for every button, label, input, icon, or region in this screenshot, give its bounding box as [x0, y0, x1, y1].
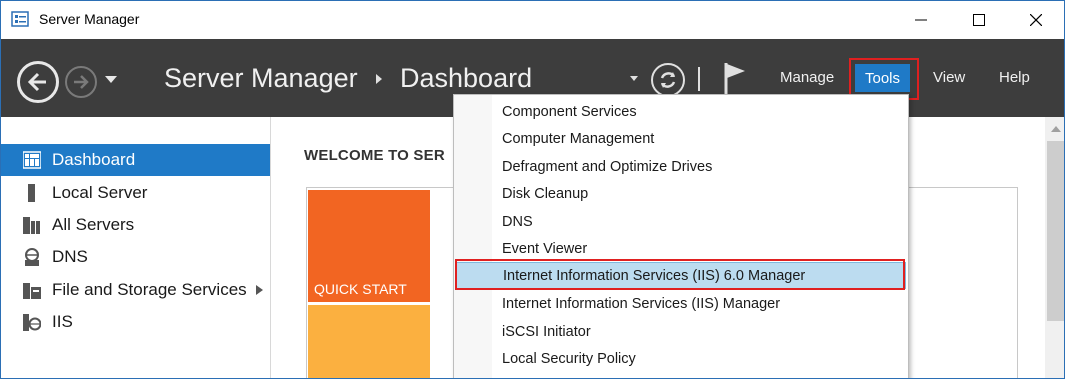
menu-item-label: Local Security Policy [502, 350, 636, 367]
maximize-icon [973, 14, 985, 26]
view-menu[interactable]: View [933, 69, 965, 86]
sidebar-item-label: Local Server [52, 183, 148, 202]
sidebar-item-label: DNS [52, 247, 88, 266]
dns-icon [25, 248, 39, 266]
sidebar-item-label: All Servers [52, 215, 135, 234]
menu-item-label: Internet Information Services (IIS) Mana… [502, 295, 781, 312]
scroll-up-icon[interactable] [1051, 126, 1061, 132]
menu-item-iis-manager[interactable]: Internet Information Services (IIS) Mana… [456, 290, 906, 317]
refresh-button[interactable] [651, 63, 685, 97]
history-dropdown-icon[interactable] [105, 76, 117, 83]
menu-item-computer-management[interactable]: Computer Management [456, 125, 906, 152]
menu-item-defragment[interactable]: Defragment and Optimize Drives [456, 153, 906, 180]
header-divider [698, 67, 700, 91]
manage-menu[interactable]: Manage [780, 69, 834, 86]
minimize-button[interactable] [898, 1, 944, 39]
welcome-heading: WELCOME TO SER [304, 147, 445, 164]
breadcrumb-page: Dashboard [400, 63, 533, 93]
breadcrumb-app: Server Manager [164, 63, 358, 93]
back-arrow-icon [27, 72, 46, 92]
close-button[interactable] [1013, 1, 1059, 39]
menu-item-label: Computer Management [502, 130, 655, 147]
notifications-flag-icon[interactable] [723, 61, 749, 95]
iis6-highlight-box [455, 259, 905, 290]
menu-item-dns[interactable]: DNS [456, 208, 906, 235]
menu-item-label: iSCSI Initiator [502, 323, 591, 340]
server-manager-window: Server Manager Server Manager Dashboard [0, 0, 1065, 379]
server-manager-app-icon [11, 11, 29, 27]
dashboard-icon [23, 151, 41, 169]
refresh-icon [660, 72, 676, 88]
minimize-icon [915, 19, 927, 21]
forward-arrow-icon [74, 75, 89, 89]
window-title: Server Manager [39, 11, 140, 27]
menu-item-label: Defragment and Optimize Drives [502, 158, 713, 175]
sidebar-item-label: File and Storage Services [52, 280, 247, 299]
local-server-icon [28, 184, 35, 202]
menu-item-label: Component Services [502, 103, 637, 120]
menu-item-disk-cleanup[interactable]: Disk Cleanup [456, 180, 906, 207]
all-servers-icon [23, 217, 40, 234]
close-icon [1030, 14, 1042, 26]
tools-dropdown-menu: Component Services Computer Management D… [453, 94, 909, 378]
sidebar-item-all-servers[interactable]: All Servers [1, 209, 270, 241]
whats-new-tile[interactable] [308, 305, 430, 378]
menu-item-iscsi-initiator[interactable]: iSCSI Initiator [456, 318, 906, 345]
sidebar-item-label: IIS [52, 312, 73, 331]
menu-item-event-viewer[interactable]: Event Viewer [456, 235, 906, 262]
back-button[interactable] [17, 61, 59, 103]
submenu-arrow-icon[interactable] [256, 285, 263, 295]
menu-item-local-security-policy[interactable]: Local Security Policy [456, 345, 906, 372]
file-storage-icon [23, 283, 41, 299]
sidebar-item-dns[interactable]: DNS [1, 241, 270, 273]
menu-item-label: Disk Cleanup [502, 185, 589, 202]
sidebar-item-iis[interactable]: IIS [1, 306, 270, 338]
header-dropdown-icon[interactable] [630, 76, 638, 81]
help-menu[interactable]: Help [999, 69, 1030, 86]
maximize-button[interactable] [956, 1, 1002, 39]
iis-icon [23, 314, 41, 331]
quick-start-label: QUICK START [314, 281, 407, 297]
sidebar-item-file-storage[interactable]: File and Storage Services [1, 274, 270, 306]
title-bar: Server Manager [1, 1, 1064, 39]
sidebar-item-label: Dashboard [52, 150, 136, 169]
sidebar: Dashboard Local Server All Servers DNS F… [1, 117, 271, 378]
sidebar-item-local-server[interactable]: Local Server [1, 177, 270, 209]
tools-menu[interactable]: Tools [855, 64, 910, 92]
menu-item-label: DNS [502, 213, 533, 230]
breadcrumb-separator-icon [376, 74, 382, 84]
scrollbar-thumb[interactable] [1047, 141, 1064, 321]
sidebar-item-dashboard[interactable]: Dashboard [1, 144, 270, 176]
menu-item-component-services[interactable]: Component Services [456, 98, 906, 125]
menu-item-label: Event Viewer [502, 240, 588, 257]
forward-button[interactable] [65, 66, 97, 98]
